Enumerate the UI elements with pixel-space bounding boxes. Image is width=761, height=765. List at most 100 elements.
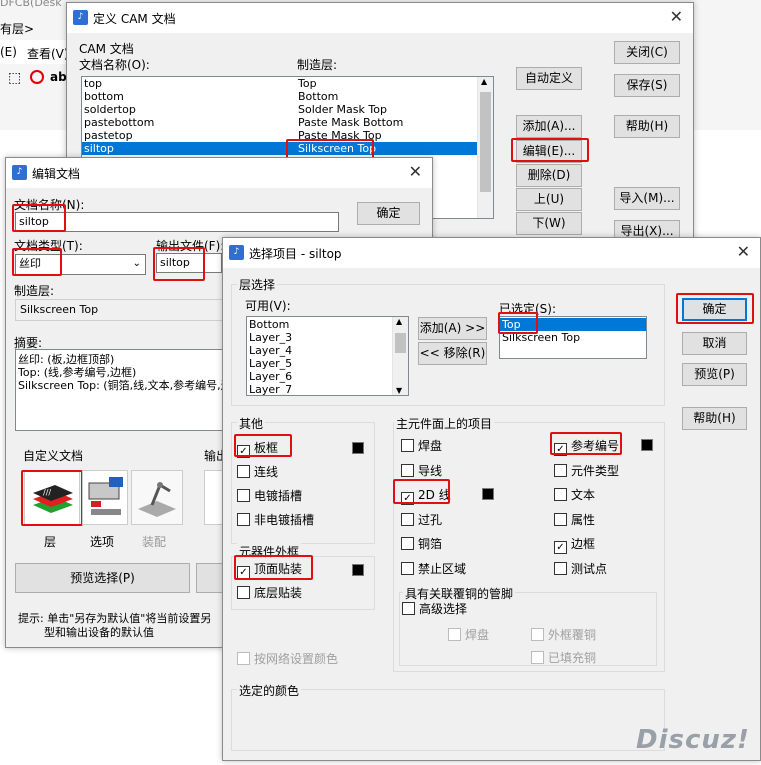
available-layer-item[interactable]: Layer_7 xyxy=(247,383,408,395)
scroll-thumb[interactable] xyxy=(395,333,406,353)
cam-list-scrollbar[interactable]: ▲ xyxy=(477,77,493,218)
select-preview-button[interactable]: 预览(P) xyxy=(682,363,747,386)
cam-document-row[interactable]: pastetop Paste Mask Top xyxy=(82,129,477,142)
available-layer-item[interactable]: Layer_3 xyxy=(247,331,408,344)
cam-document-row[interactable]: pastebottom Paste Mask Bottom xyxy=(82,116,477,129)
cam-document-row[interactable]: bottom Bottom xyxy=(82,90,477,103)
checkbox-label: 铜箔 xyxy=(418,537,443,551)
checkbox-box xyxy=(401,512,414,526)
assembly-tool-button[interactable] xyxy=(131,470,183,525)
checkbox-label: 禁止区域 xyxy=(418,561,467,576)
bg-stop-icon[interactable] xyxy=(30,70,44,84)
available-layer-item[interactable]: Bottom xyxy=(247,318,408,331)
option-checkbox[interactable]: 电镀插槽 xyxy=(237,489,302,503)
scroll-up-icon[interactable]: ▲ xyxy=(396,317,402,326)
option-checkbox[interactable]: 非电镀插槽 xyxy=(237,513,314,527)
col-doc-name: 文档名称(O): xyxy=(79,58,150,72)
layer-select-label: 层选择 xyxy=(237,276,278,293)
color-swatch[interactable] xyxy=(352,564,364,576)
scroll-thumb[interactable] xyxy=(480,92,491,192)
up-button[interactable]: 上(U) xyxy=(516,188,582,211)
available-layer-item[interactable]: Layer_5 xyxy=(247,357,408,370)
close-icon[interactable]: ✕ xyxy=(409,162,422,181)
selected-color-label: 选定的颜色 xyxy=(237,682,302,699)
color-swatch[interactable] xyxy=(482,488,494,500)
checkbox-label: 边框 xyxy=(571,537,596,551)
close-icon[interactable]: ✕ xyxy=(670,7,683,26)
checkbox-box xyxy=(237,489,250,502)
net-color-label: 按网络设置颜色 xyxy=(254,652,339,666)
delete-button[interactable]: 删除(D) xyxy=(516,164,582,187)
bg-layer-menu[interactable]: 有层> xyxy=(0,20,34,37)
option-checkbox[interactable]: 过孔 xyxy=(401,512,443,527)
advanced-checkbox[interactable]: 高级选择 xyxy=(402,602,467,616)
cam-document-row[interactable]: soldertop Solder Mask Top xyxy=(82,103,477,116)
cam-document-row[interactable]: top Top xyxy=(82,77,477,90)
checkbox-label: 过孔 xyxy=(418,512,443,527)
scroll-down-icon[interactable]: ▼ xyxy=(396,386,402,395)
other-label: 其他 xyxy=(237,415,266,432)
close-icon[interactable]: ✕ xyxy=(737,242,750,261)
edit-ok-button[interactable]: 确定 xyxy=(357,202,420,225)
checkbox-box xyxy=(237,513,250,526)
select-cancel-button[interactable]: 取消 xyxy=(682,332,747,355)
color-swatch[interactable] xyxy=(352,442,364,454)
layer-value: Silkscreen Top xyxy=(20,303,99,316)
checkbox-box: ✓ xyxy=(554,541,567,554)
select-help-button[interactable]: 帮助(H) xyxy=(682,407,747,430)
watermark: Discuz! xyxy=(636,725,750,755)
help-button[interactable]: 帮助(H) xyxy=(614,115,680,138)
available-scrollbar[interactable]: ▲ ▼ xyxy=(392,317,408,395)
bg-menu-view[interactable]: 查看(V) xyxy=(27,45,69,62)
option-checkbox[interactable]: ✓ 边框 xyxy=(554,537,595,554)
add-button[interactable]: 添加(A)... xyxy=(516,115,582,138)
highlight-edit-button xyxy=(511,138,589,162)
option-checkbox[interactable]: 底层贴装 xyxy=(237,586,302,600)
auto-define-button[interactable]: 自动定义 xyxy=(516,67,582,90)
save-button[interactable]: 保存(S) xyxy=(614,74,680,97)
close-button[interactable]: 关闭(C) xyxy=(614,41,680,64)
option-checkbox[interactable]: 焊盘 xyxy=(401,439,442,453)
checkbox-label: 电镀插槽 xyxy=(254,489,303,503)
import-button[interactable]: 导入(M)... xyxy=(614,187,680,210)
option-checkbox[interactable]: 连线 xyxy=(237,465,278,479)
available-layer-item[interactable]: Layer_4 xyxy=(247,344,408,357)
pad-label: 焊盘 xyxy=(465,628,490,642)
checkbox-box xyxy=(401,561,414,575)
edit-title: 编辑文档 xyxy=(32,167,81,181)
option-checkbox[interactable]: 禁止区域 xyxy=(401,561,467,576)
cam-document-row[interactable]: siltop Silkscreen Top xyxy=(82,142,477,155)
filled-copper-checkbox: 已填充铜 xyxy=(531,651,596,665)
checkbox-label: 底层贴装 xyxy=(254,586,303,600)
bg-menu-edit[interactable]: (E) xyxy=(0,45,17,59)
scroll-up-icon[interactable]: ▲ xyxy=(481,77,487,86)
output-tool-button-partial[interactable] xyxy=(204,470,224,525)
color-swatch[interactable] xyxy=(641,439,653,451)
bg-toolbar-icon[interactable]: ⬚ xyxy=(8,70,21,86)
checkbox-box xyxy=(401,463,414,477)
layer-cell: Solder Mask Top xyxy=(298,103,387,116)
summary-box: 丝印: (板,边框顶部) Top: (线,参考编号,边框) Silkscreen… xyxy=(15,349,225,431)
remove-layer-button[interactable]: << 移除(R) xyxy=(418,342,487,365)
options-tool-button[interactable] xyxy=(82,470,128,525)
preview-select-button[interactable]: 预览选择(P) xyxy=(15,563,190,593)
option-checkbox[interactable]: 导线 xyxy=(401,463,442,478)
checkbox-box xyxy=(402,602,415,615)
add-layer-button[interactable]: 添加(A) >> xyxy=(418,317,487,340)
available-list[interactable]: Bottom Layer_3 Layer_4 Layer_5 Layer_6 Layer_… xyxy=(246,316,409,396)
option-checkbox[interactable]: 铜箔 xyxy=(401,537,442,551)
main-items-label: 主元件面上的项目 xyxy=(394,415,495,432)
option-checkbox[interactable]: 属性 xyxy=(554,512,595,527)
highlight-output-file xyxy=(153,247,205,281)
down-button[interactable]: 下(W) xyxy=(516,212,582,235)
available-layer-item[interactable]: Layer_6 xyxy=(247,370,408,383)
highlight-layer-tool xyxy=(21,470,83,526)
cam-title: 定义 CAM 文档 xyxy=(93,12,176,26)
option-checkbox[interactable]: 测试点 xyxy=(554,561,607,576)
option-checkbox[interactable]: 元件类型 xyxy=(554,463,619,478)
summary-line: 丝印: (板,边框顶部) xyxy=(18,353,115,366)
option-checkbox[interactable]: 文本 xyxy=(554,488,595,502)
options-icon xyxy=(88,477,123,515)
doc-name-cell: siltop xyxy=(84,142,114,155)
doc-name-cell: pastebottom xyxy=(84,116,155,129)
